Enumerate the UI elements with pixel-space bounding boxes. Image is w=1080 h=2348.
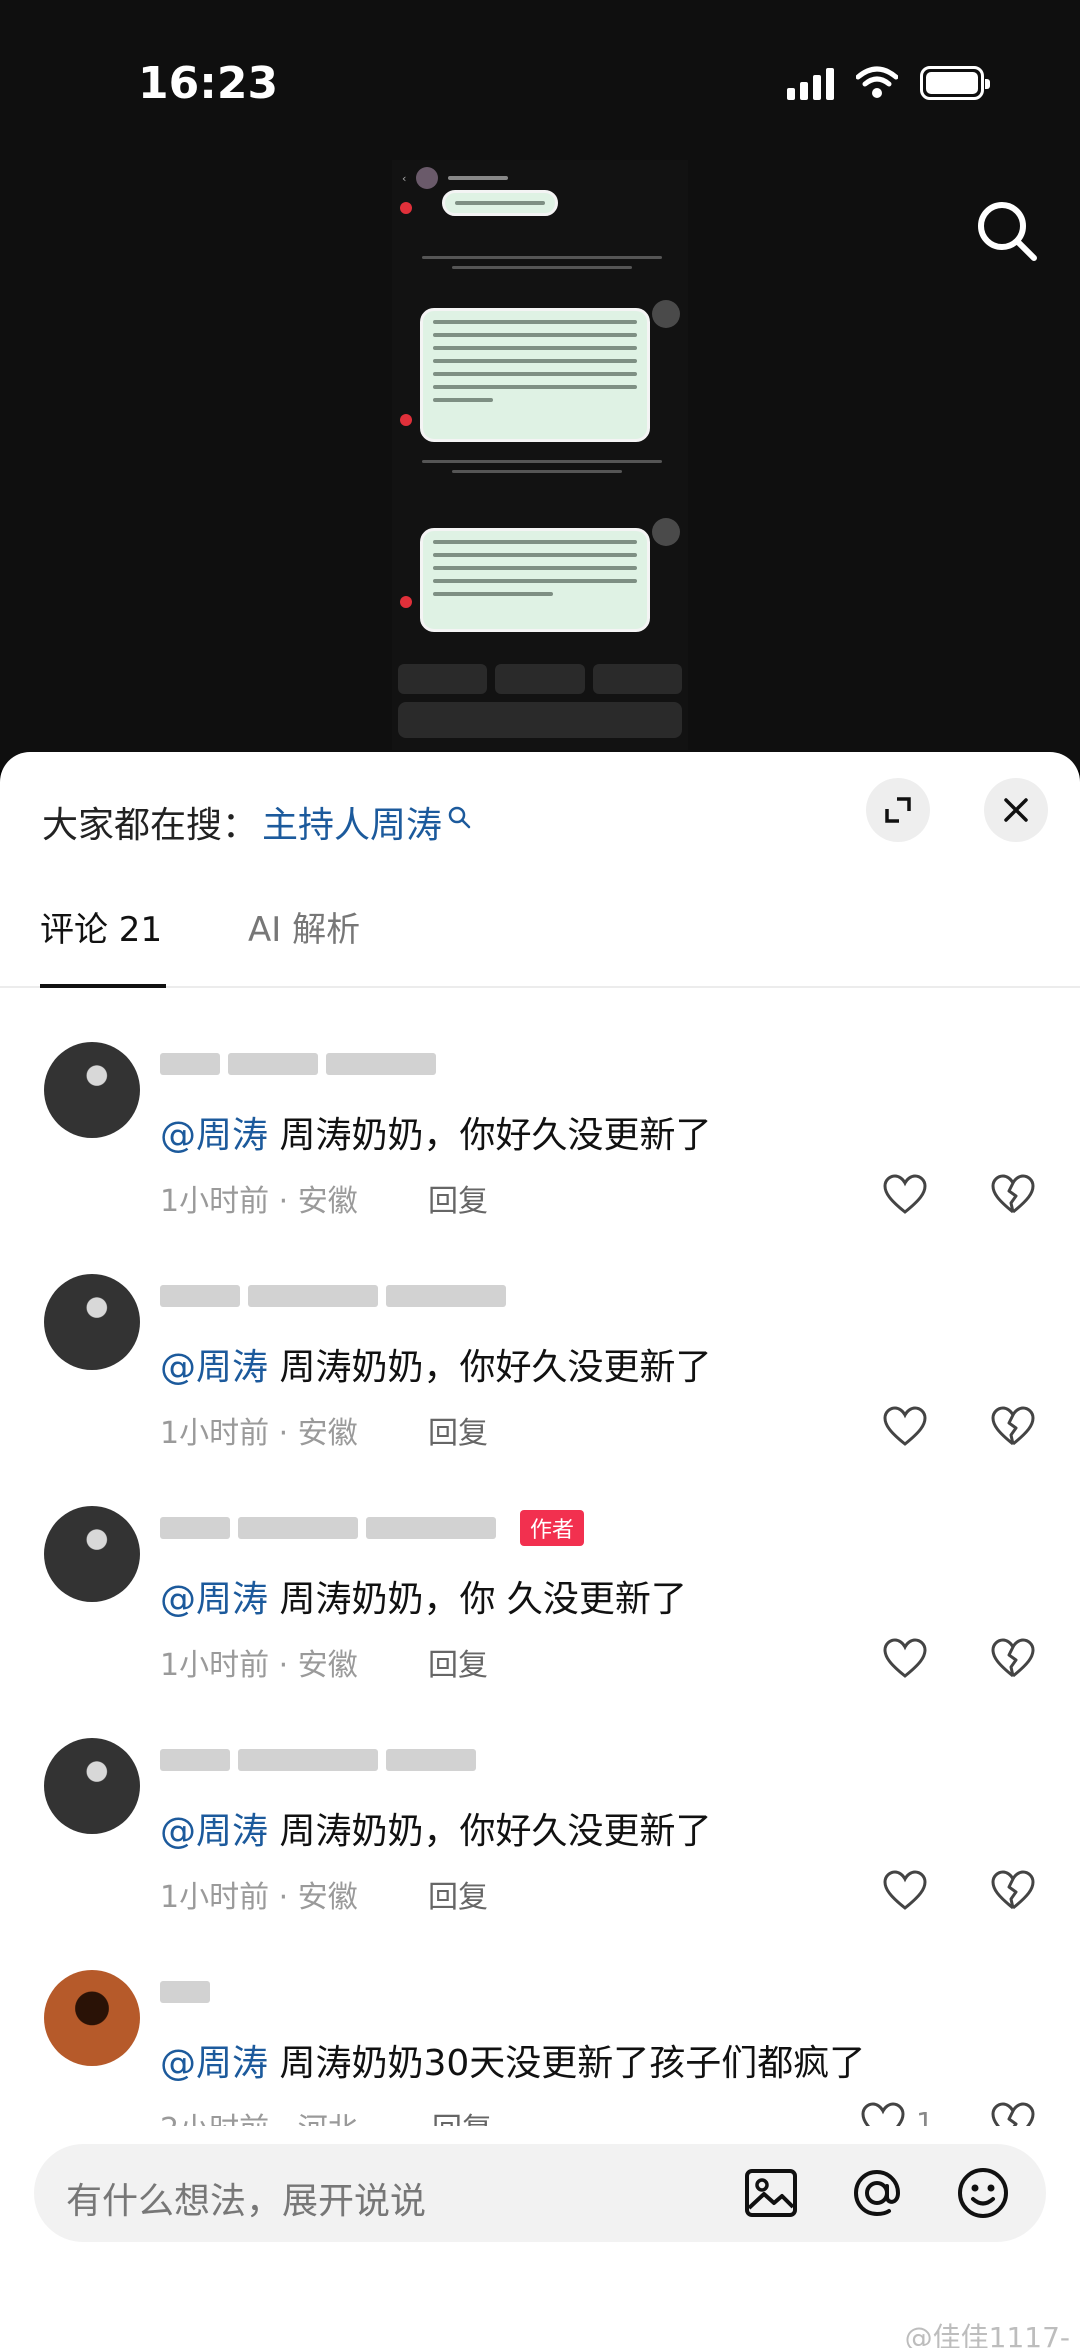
comment-input[interactable]: 有什么想法，展开说说 [34, 2144, 1046, 2242]
comment-item[interactable]: @周涛 周涛奶奶，你好久没更新了 1小时前 · 安徽 回复 [0, 1240, 1080, 1472]
comment-username-blurred[interactable] [160, 1978, 210, 2006]
comment-item[interactable]: @周涛 周涛奶奶，你好久没更新了 1小时前 · 安徽 回复 [0, 1704, 1080, 1936]
hot-search-term[interactable]: 主持人周涛 [262, 796, 442, 848]
status-icons [787, 66, 990, 100]
close-button[interactable] [984, 778, 1048, 842]
reply-button[interactable]: 回复 [428, 1640, 488, 1684]
close-icon [1004, 798, 1028, 822]
avatar[interactable] [44, 1970, 140, 2066]
comment-meta: 1小时前 · 安徽 [160, 1648, 358, 1683]
comment-username-blurred[interactable] [160, 1282, 506, 1310]
watermark: @佳佳1117- [904, 2321, 1070, 2348]
comment-text: @周涛 周涛奶奶，你好久没更新了 [160, 1338, 711, 1390]
author-badge: 作者 [520, 1510, 585, 1546]
avatar[interactable] [44, 1042, 140, 1138]
tab-ai-analysis[interactable]: AI 解析 [248, 902, 360, 951]
hot-search-prefix: 大家都在搜： [42, 805, 259, 846]
battery-icon [920, 66, 990, 100]
search-icon[interactable] [972, 196, 1042, 266]
broken-heart-icon[interactable] [990, 1172, 1036, 1218]
tab-comments[interactable]: 评论 21 [40, 902, 162, 951]
reply-button[interactable]: 回复 [428, 1408, 488, 1452]
comment-text: @周涛 周涛奶奶，你好久没更新了 [160, 1802, 711, 1854]
avatar[interactable] [44, 1738, 140, 1834]
comment-username-blurred[interactable] [160, 1746, 476, 1774]
status-time: 16:23 [138, 58, 279, 109]
chat-screenshot-actions [398, 664, 682, 694]
comment-body: 周涛奶奶，你好久没更新了 [268, 1347, 712, 1388]
comment-username-blurred[interactable] [160, 1514, 496, 1542]
comment-body: 周涛奶奶，你好久没更新了 [268, 1811, 712, 1852]
video-player[interactable]: 16:23 ‹ [0, 0, 1080, 770]
mention-link[interactable]: @周涛 [160, 1347, 268, 1388]
comment-input-placeholder: 有什么想法，展开说说 [66, 2181, 427, 2222]
comment-item[interactable]: 作者 @周涛 周涛奶奶，你 久没更新了 1小时前 · 安徽 回复 [0, 1472, 1080, 1704]
comment-text: @周涛 周涛奶奶，你好久没更新了 [160, 1106, 711, 1158]
chat-screenshot-image: ‹ [392, 160, 688, 750]
emoji-icon[interactable] [954, 2164, 1012, 2222]
at-mention-icon[interactable] [848, 2164, 906, 2222]
mention-link[interactable]: @周涛 [160, 1115, 268, 1156]
chat-screenshot-action-2 [495, 664, 585, 694]
comment-body: 周涛奶奶，你 久没更新了 [268, 1579, 687, 1620]
chat-screenshot-input [398, 702, 682, 738]
image-icon[interactable] [742, 2164, 800, 2222]
avatar[interactable] [44, 1506, 140, 1602]
comment-meta: 1小时前 · 安徽 [160, 1416, 358, 1451]
heart-icon[interactable] [882, 1404, 928, 1450]
wifi-icon [856, 66, 898, 98]
comment-tabs: 评论 21 AI 解析 [0, 902, 1080, 988]
expand-button[interactable] [866, 778, 930, 842]
avatar[interactable] [44, 1274, 140, 1370]
reply-button[interactable]: 回复 [428, 1872, 488, 1916]
comment-meta: 1小时前 · 安徽 [160, 1880, 358, 1915]
chat-screenshot-action-1 [398, 664, 488, 694]
heart-icon[interactable] [882, 1868, 928, 1914]
reply-button[interactable]: 回复 [428, 1176, 488, 1220]
broken-heart-icon[interactable] [990, 1404, 1036, 1450]
comment-text: @周涛 周涛奶奶，你 久没更新了 [160, 1570, 687, 1622]
comment-body: 周涛奶奶，你好久没更新了 [268, 1115, 712, 1156]
comment-input-bar: 有什么想法，展开说说 @佳佳1117- [0, 2126, 1080, 2348]
active-tab-indicator [40, 984, 166, 988]
mention-link[interactable]: @周涛 [160, 1811, 268, 1852]
comment-body: 周涛奶奶30天没更新了孩子们都疯了 [268, 2043, 866, 2084]
comment-sheet: 大家都在搜： 主持人周涛 评论 21 AI 解析 @周涛 周涛奶奶，你好久没更新… [0, 752, 1080, 2348]
comment-username-blurred[interactable] [160, 1050, 436, 1078]
mention-link[interactable]: @周涛 [160, 1579, 268, 1620]
broken-heart-icon[interactable] [990, 1868, 1036, 1914]
hot-search-row[interactable]: 大家都在搜： 主持人周涛 [42, 796, 472, 848]
heart-icon[interactable] [882, 1636, 928, 1682]
heart-icon[interactable] [882, 1172, 928, 1218]
comment-item[interactable]: @周涛 周涛奶奶，你好久没更新了 1小时前 · 安徽 回复 [0, 1008, 1080, 1240]
expand-icon [885, 797, 911, 823]
comment-meta: 1小时前 · 安徽 [160, 1184, 358, 1219]
small-search-icon [448, 806, 471, 829]
broken-heart-icon[interactable] [990, 1636, 1036, 1682]
mention-link[interactable]: @周涛 [160, 2043, 268, 2084]
chat-screenshot-action-3 [592, 664, 682, 694]
cellular-signal-icon [787, 66, 834, 100]
comment-text: @周涛 周涛奶奶30天没更新了孩子们都疯了 [160, 2034, 865, 2086]
